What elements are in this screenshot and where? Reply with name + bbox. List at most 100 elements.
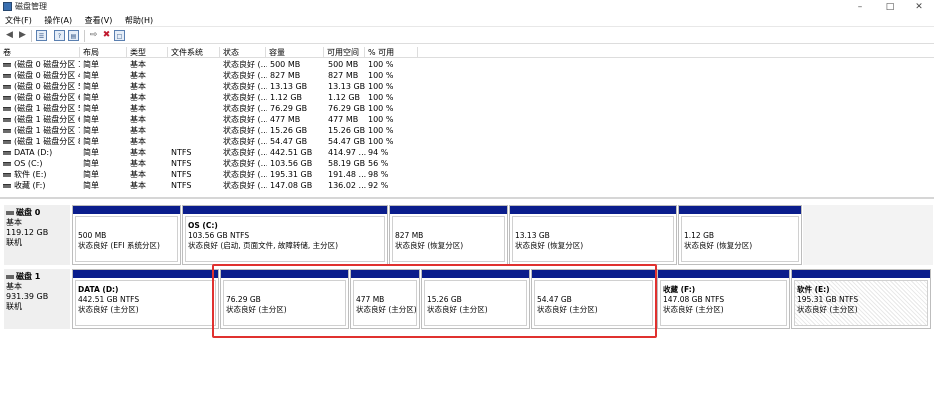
menu-bar: 文件(F) 操作(A) 查看(V) 帮助(H) (0, 14, 934, 27)
cell-filesystem: NTFS (171, 159, 192, 168)
disk-0-label[interactable]: 磁盘 0 基本 119.12 GB 联机 (4, 205, 70, 265)
cell-percent-free: 92 % (368, 181, 389, 190)
cell-layout: 简单 (83, 115, 99, 124)
list-view-icon[interactable]: ☰ (36, 30, 47, 41)
partition-name: 收藏 (F:) (663, 285, 696, 294)
column-header-filesystem[interactable]: 文件系统 (168, 47, 220, 58)
column-header-volume[interactable]: 卷 (0, 47, 80, 58)
table-row[interactable]: (磁盘 0 磁盘分区 6) 简单 基本 状态良好 (... 1.12 GB 1.12 GB… (0, 92, 934, 103)
cell-volume-name: (磁盘 1 磁盘分区 8) (14, 137, 80, 146)
cell-status: 状态良好 (... (223, 93, 267, 102)
column-header-layout[interactable]: 布局 (80, 47, 127, 58)
partition-recovery-13gb[interactable]: 13.13 GB 状态良好 (恢复分区) (509, 205, 677, 265)
cell-layout: 简单 (83, 137, 99, 146)
disk-graphical-view: 磁盘 0 基本 119.12 GB 联机 500 MB 状态良好 (EFI 系统分… (0, 199, 934, 400)
cell-capacity: 500 MB (270, 60, 301, 69)
cell-type: 基本 (130, 82, 146, 91)
cell-status: 状态良好 (... (223, 115, 267, 124)
volume-icon (3, 74, 11, 78)
partition-os-c[interactable]: OS (C:) 103.56 GB NTFS 状态良好 (启动, 页面文件, 故障转… (182, 205, 388, 265)
menu-file[interactable]: 文件(F) (0, 14, 37, 27)
menu-view[interactable]: 查看(V) (80, 14, 118, 27)
table-row[interactable]: (磁盘 0 磁盘分区 4) 简单 基本 状态良好 (... 827 MB 827 MB 10… (0, 70, 934, 81)
table-row[interactable]: (磁盘 0 磁盘分区 1) 简单 基本 状态良好 (... 500 MB 500 MB 10… (0, 59, 934, 70)
disk-type: 基本 (6, 218, 22, 227)
menu-action[interactable]: 操作(A) (39, 14, 77, 27)
partition-status: 状态良好 (EFI 系统分区) (78, 241, 160, 250)
volume-icon (3, 63, 11, 67)
delete-icon[interactable]: ✖ (101, 30, 112, 41)
properties-icon[interactable]: ▤ (68, 30, 79, 41)
cell-percent-free: 100 % (368, 104, 394, 113)
table-row[interactable]: (磁盘 1 磁盘分区 7) 简单 基本 状态良好 (... 15.26 GB 15.26 … (0, 125, 934, 136)
cell-type: 基本 (130, 159, 146, 168)
format-icon[interactable]: □ (114, 30, 125, 41)
cell-type: 基本 (130, 170, 146, 179)
table-row[interactable]: OS (C:) 简单 基本 NTFS 状态良好 (... 103.56 GB 58.19 G… (0, 158, 934, 169)
table-row[interactable]: (磁盘 1 磁盘分区 5) 简单 基本 状态良好 (... 76.29 GB 76.29 … (0, 103, 934, 114)
cell-capacity: 76.29 GB (270, 104, 308, 113)
cell-type: 基本 (130, 60, 146, 69)
cell-free-space: 477 MB (328, 115, 359, 124)
cell-percent-free: 100 % (368, 60, 394, 69)
table-row[interactable]: DATA (D:) 简单 基本 NTFS 状态良好 (... 442.51 GB 414.9… (0, 147, 934, 158)
partition-recovery-1gb[interactable]: 1.12 GB 状态良好 (恢复分区) (678, 205, 802, 265)
column-header-capacity[interactable]: 容量 (266, 47, 324, 58)
partition-software-e[interactable]: 软件 (E:) 195.31 GB NTFS 状态良好 (主分区) (791, 269, 931, 329)
cell-type: 基本 (130, 126, 146, 135)
partition-efi[interactable]: 500 MB 状态良好 (EFI 系统分区) (72, 205, 181, 265)
table-row[interactable]: (磁盘 0 磁盘分区 5) 简单 基本 状态良好 (... 13.13 GB 13.13 … (0, 81, 934, 92)
cell-volume-name: 软件 (E:) (14, 170, 47, 179)
column-header-status[interactable]: 状态 (220, 47, 266, 58)
cell-percent-free: 98 % (368, 170, 389, 179)
partition-status: 状态良好 (主分区) (663, 305, 724, 314)
column-header-percent-free[interactable]: % 可用 (365, 47, 418, 58)
back-arrow-icon[interactable]: ◀ (4, 30, 15, 41)
volume-icon (3, 85, 11, 89)
cell-capacity: 15.26 GB (270, 126, 308, 135)
cell-layout: 简单 (83, 159, 99, 168)
volume-icon (3, 118, 11, 122)
partition-favorites-f[interactable]: 收藏 (F:) 147.08 GB NTFS 状态良好 (主分区) (657, 269, 790, 329)
help-icon[interactable]: ? (54, 30, 65, 41)
close-icon[interactable]: ✕ (904, 0, 934, 14)
cell-status: 状态良好 (... (223, 60, 267, 69)
forward-arrow-icon[interactable]: ▶ (17, 30, 28, 41)
partition-name: 软件 (E:) (797, 285, 830, 294)
minimize-icon[interactable]: – (845, 0, 875, 14)
cell-capacity: 1.12 GB (270, 93, 303, 102)
toolbar-separator (84, 30, 85, 42)
partition-bar (73, 270, 218, 278)
cell-filesystem (171, 103, 219, 114)
partition-name: DATA (D:) (78, 285, 119, 294)
maximize-icon[interactable]: □ (875, 0, 905, 14)
cell-layout: 简单 (83, 71, 99, 80)
disk-1-label[interactable]: 磁盘 1 基本 931.39 GB 联机 (4, 269, 70, 329)
partition-data-d[interactable]: DATA (D:) 442.51 GB NTFS 状态良好 (主分区) (72, 269, 219, 329)
column-header-free-space[interactable]: 可用空间 (324, 47, 365, 58)
table-row[interactable]: 收藏 (F:) 简单 基本 NTFS 状态良好 (... 147.08 GB 136.02 … (0, 180, 934, 191)
volume-icon (3, 162, 11, 166)
column-header-type[interactable]: 类型 (127, 47, 168, 58)
cell-capacity: 103.56 GB (270, 159, 313, 168)
cell-capacity: 13.13 GB (270, 82, 308, 91)
cell-layout: 简单 (83, 60, 99, 69)
partition-recovery-827mb[interactable]: 827 MB 状态良好 (恢复分区) (389, 205, 508, 265)
cell-filesystem: NTFS (171, 181, 192, 190)
disk-size: 931.39 GB (6, 292, 49, 301)
partition-size: 442.51 GB NTFS (78, 295, 140, 304)
partition-status: 状态良好 (主分区) (78, 305, 139, 314)
table-row[interactable]: (磁盘 1 磁盘分区 6) 简单 基本 状态良好 (... 477 MB 477 MB 10… (0, 114, 934, 125)
menu-help[interactable]: 帮助(H) (120, 14, 158, 27)
table-row[interactable]: (磁盘 1 磁盘分区 8) 简单 基本 状态良好 (... 54.47 GB 54.47 … (0, 136, 934, 147)
partition-status: 状态良好 (恢复分区) (684, 241, 753, 250)
partition-bar (390, 206, 507, 214)
cell-free-space: 500 MB (328, 60, 359, 69)
volume-list-header: 卷 布局 类型 文件系统 状态 容量 可用空间 % 可用 (0, 47, 934, 58)
table-row[interactable]: 软件 (E:) 简单 基本 NTFS 状态良好 (... 195.31 GB 191.48 … (0, 169, 934, 180)
cell-layout: 简单 (83, 148, 99, 157)
cell-free-space: 13.13 GB (328, 82, 366, 91)
cell-free-space: 827 MB (328, 71, 359, 80)
cell-type: 基本 (130, 93, 146, 102)
connect-icon[interactable]: ⇨ (88, 30, 99, 41)
